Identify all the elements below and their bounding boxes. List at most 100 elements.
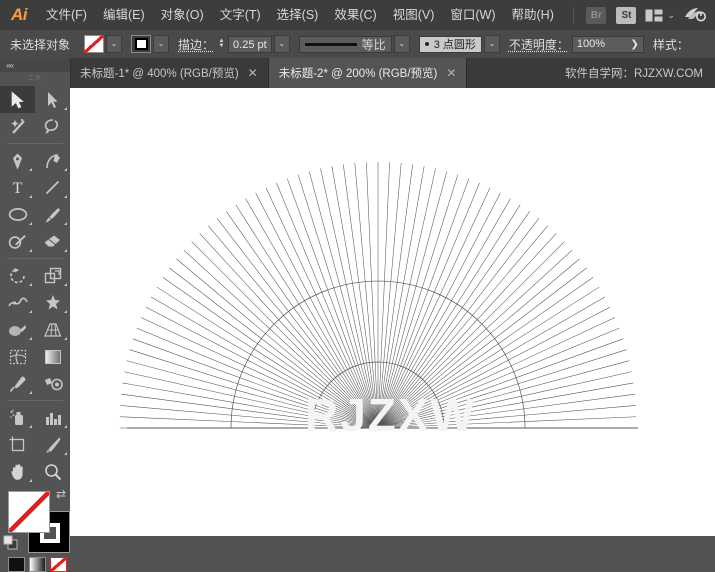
- tool-symbol-sprayer[interactable]: [0, 404, 35, 431]
- ray: [377, 163, 402, 429]
- tool-group-corner-icon: [29, 195, 32, 198]
- arrange-chevron-down-icon[interactable]: ⌄: [667, 10, 675, 21]
- radial-fan-artwork[interactable]: [70, 88, 715, 536]
- menu-window[interactable]: 窗口(W): [442, 0, 503, 30]
- tool-direct-selection[interactable]: [35, 86, 70, 113]
- tool-slice[interactable]: [35, 431, 70, 458]
- stroke-weight-dropdown-button[interactable]: ⌄: [273, 35, 290, 53]
- tool-column-graph[interactable]: [35, 404, 70, 431]
- menu-select[interactable]: 选择(S): [269, 0, 327, 30]
- document-tab-1[interactable]: 未标题-1* @ 400% (RGB/预览) ✕: [70, 58, 269, 88]
- tool-zoom[interactable]: [35, 458, 70, 485]
- ray: [377, 416, 637, 429]
- ray: [119, 416, 379, 429]
- tool-artboard[interactable]: [0, 431, 35, 458]
- menu-type[interactable]: 文字(T): [212, 0, 269, 30]
- tool-hand[interactable]: [0, 458, 35, 485]
- brush-definition-field[interactable]: 3 点圆形: [418, 35, 482, 53]
- ray: [377, 338, 624, 429]
- tool-type[interactable]: T: [0, 174, 35, 201]
- illustrator-window: Ai 文件(F) 编辑(E) 对象(O) 文字(T) 选择(S) 效果(C) 视…: [0, 0, 715, 572]
- stroke-weight-stepper[interactable]: ▲ ▼: [217, 38, 226, 49]
- tab-title: 未标题-2* @ 200% (RGB/预览): [278, 68, 438, 80]
- swap-fill-stroke-icon[interactable]: ⇄: [56, 487, 66, 501]
- width-profile-dropdown-button[interactable]: ⌄: [393, 35, 410, 53]
- tool-shaper[interactable]: [0, 228, 35, 255]
- tool-rotate[interactable]: [0, 262, 35, 289]
- menu-object[interactable]: 对象(O): [153, 0, 212, 30]
- stroke-black-swatch-icon[interactable]: [131, 35, 152, 53]
- tool-selection[interactable]: [0, 86, 35, 113]
- control-bar: 未选择对象 ⌄ ⌄ 描边： ▲ ▼ 0.25 pt ⌄ 等比 ⌄ 3 点圆形 ⌄…: [0, 30, 715, 59]
- width-profile-field[interactable]: 等比: [298, 35, 392, 53]
- color-mode-button[interactable]: [8, 557, 25, 572]
- menu-help[interactable]: 帮助(H): [504, 0, 562, 30]
- opacity-input[interactable]: 100% ❯: [571, 35, 644, 53]
- default-fill-stroke-icon[interactable]: [3, 535, 19, 554]
- tool-group-corner-icon: [64, 195, 67, 198]
- gradient-mode-button[interactable]: [29, 557, 46, 572]
- stepper-down-icon[interactable]: ▼: [219, 43, 225, 49]
- fill-swatch-group[interactable]: ⌄: [84, 35, 123, 53]
- fill-stroke-cluster: ⇄: [0, 485, 70, 572]
- tool-group-corner-icon: [29, 391, 32, 394]
- brush-definition-group[interactable]: 3 点圆形 ⌄: [418, 35, 500, 53]
- stroke-swatch-group[interactable]: ⌄: [131, 35, 170, 53]
- tool-curvature[interactable]: [35, 147, 70, 174]
- tool-scale[interactable]: [35, 262, 70, 289]
- stroke-dropdown-button[interactable]: ⌄: [153, 35, 170, 53]
- document-canvas[interactable]: RJZXW: [70, 88, 715, 536]
- tools-collapse-button[interactable]: ««: [0, 58, 70, 72]
- ray: [136, 327, 379, 429]
- ray: [183, 249, 379, 429]
- ray: [354, 163, 379, 429]
- brush-definition-dropdown-button[interactable]: ⌄: [483, 35, 500, 53]
- color-mode-buttons: [8, 557, 67, 572]
- stroke-weight-group[interactable]: 描边： ▲ ▼ 0.25 pt ⌄: [178, 35, 290, 53]
- tool-lasso[interactable]: [35, 113, 70, 140]
- tool-shape-builder[interactable]: [0, 316, 35, 343]
- tool-blend[interactable]: [35, 370, 70, 397]
- opacity-group[interactable]: 不透明度： 100% ❯: [508, 35, 644, 53]
- tool-free-transform[interactable]: [35, 289, 70, 316]
- ray: [156, 286, 379, 429]
- variable-width-profile-group[interactable]: 等比 ⌄: [298, 35, 410, 53]
- collapse-left-icon: ««: [6, 60, 14, 70]
- style-label: 样式：: [652, 37, 689, 52]
- tool-eraser[interactable]: [35, 228, 70, 255]
- tool-line-segment[interactable]: [35, 174, 70, 201]
- cloud-sync-icon[interactable]: [683, 6, 707, 25]
- menu-file[interactable]: 文件(F): [38, 0, 95, 30]
- tool-paintbrush[interactable]: [35, 201, 70, 228]
- tool-width[interactable]: [0, 289, 35, 316]
- ray: [377, 187, 491, 429]
- tool-ellipse[interactable]: [0, 201, 35, 228]
- opacity-label: 不透明度：: [508, 37, 569, 52]
- tool-magic-wand[interactable]: [0, 113, 35, 140]
- close-icon[interactable]: ✕: [446, 67, 456, 79]
- ray: [377, 233, 557, 429]
- none-mode-button[interactable]: [50, 557, 67, 572]
- tool-gradient[interactable]: [35, 343, 70, 370]
- menu-view[interactable]: 视图(V): [385, 0, 443, 30]
- fill-indicator[interactable]: [8, 491, 50, 533]
- stroke-weight-input[interactable]: 0.25 pt: [228, 35, 272, 53]
- tool-group-corner-icon: [29, 222, 32, 225]
- tool-pen[interactable]: [0, 147, 35, 174]
- tool-perspective-grid[interactable]: [35, 316, 70, 343]
- close-icon[interactable]: ✕: [248, 67, 258, 79]
- ray: [308, 171, 379, 429]
- opacity-flyout-icon[interactable]: ❯: [631, 36, 639, 53]
- tool-mesh[interactable]: [0, 343, 35, 370]
- stock-icon[interactable]: St: [616, 6, 637, 24]
- bridge-icon[interactable]: Br: [586, 6, 607, 24]
- tool-group-corner-icon: [64, 222, 67, 225]
- ray: [377, 204, 521, 429]
- document-tab-2[interactable]: 未标题-2* @ 200% (RGB/预览) ✕: [268, 58, 468, 88]
- menu-effect[interactable]: 效果(C): [326, 0, 384, 30]
- menu-edit[interactable]: 编辑(E): [95, 0, 153, 30]
- arrange-documents-icon[interactable]: [645, 9, 663, 22]
- fill-none-swatch-icon[interactable]: [84, 35, 105, 53]
- fill-dropdown-button[interactable]: ⌄: [106, 35, 123, 53]
- tool-eyedropper[interactable]: [0, 370, 35, 397]
